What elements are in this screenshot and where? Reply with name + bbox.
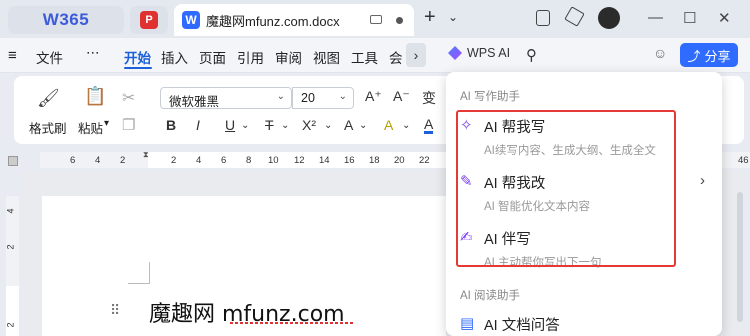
window-layout-icon[interactable] (536, 10, 550, 26)
share-label: 分享 (704, 48, 731, 64)
menu-more[interactable]: ⋯ (86, 45, 100, 61)
chevron-right-icon[interactable]: › (700, 172, 705, 189)
copy-icon[interactable]: ❐ (122, 116, 135, 134)
hamburger-menu-icon[interactable]: ≡ (8, 47, 17, 64)
menu-scroll-right-button[interactable]: › (406, 43, 426, 67)
ruler-number: 12 (294, 155, 305, 166)
pinyin-button[interactable]: 变 (422, 88, 436, 108)
paste-icon[interactable]: 📋 (84, 86, 106, 107)
font-size-select[interactable]: 20 ⌄ (292, 87, 354, 109)
wps-ai-button[interactable]: WPS AI (448, 46, 510, 60)
font-effects-button[interactable]: A (344, 117, 353, 133)
ai-reading-section-title: AI 阅读助手 (460, 290, 521, 302)
vertical-ruler-number: 2 (5, 322, 16, 328)
vertical-ruler-text-area (6, 286, 19, 336)
bold-button[interactable]: B (166, 117, 176, 133)
unsaved-dot-icon[interactable] (396, 17, 403, 24)
margin-corner-mark (128, 262, 150, 284)
ruler-number: 22 (419, 155, 430, 166)
tab-page[interactable]: 页面 (199, 47, 226, 67)
font-effects-chevron-icon[interactable]: ⌄ (359, 120, 367, 131)
chat-bubble-icon[interactable]: ☺ (653, 45, 667, 61)
wps-ai-label: WPS AI (467, 46, 511, 60)
ruler-number: 4 (196, 155, 202, 166)
user-avatar[interactable] (598, 7, 620, 29)
chevron-down-icon: ⌄ (338, 91, 347, 102)
ruler-number: 4 (95, 155, 101, 166)
ai-writing-section-title: AI 写作助手 (460, 91, 521, 103)
underline-button[interactable]: U (225, 117, 235, 133)
tab-review[interactable]: 审阅 (275, 47, 302, 67)
grow-font-button[interactable]: A⁺ (365, 88, 382, 105)
highlight-button[interactable]: A (384, 117, 393, 133)
scrollbar[interactable] (737, 192, 743, 322)
document-tab-title: 魔趣网mfunz.com.docx (206, 13, 340, 29)
font-family-value: 微软雅黑 (169, 95, 220, 109)
pdf-tab[interactable]: P (130, 6, 168, 34)
highlight-box (456, 110, 676, 267)
wps365-logo[interactable]: W365 (8, 6, 124, 34)
tab-stop-selector[interactable] (8, 156, 18, 166)
share-button[interactable]: ⤴ 分享 (680, 43, 738, 67)
ruler-number: 16 (344, 155, 355, 166)
ruler-number: 10 (268, 155, 279, 166)
maximize-icon[interactable]: ☐ (683, 9, 696, 27)
spellcheck-underline (230, 322, 354, 324)
tab-tools[interactable]: 工具 (351, 47, 378, 67)
tab-home[interactable]: 开始 (124, 47, 151, 67)
tab-member[interactable]: 会 (389, 47, 403, 67)
strikethrough-button[interactable]: T (265, 117, 274, 133)
menu-file[interactable]: 文件 (36, 47, 63, 67)
pdf-icon: P (140, 11, 158, 29)
cut-icon[interactable]: ✂ (122, 88, 135, 108)
italic-button[interactable]: I (196, 117, 200, 133)
paste-chevron-icon[interactable]: ▾ (104, 118, 109, 129)
vertical-ruler-number: 2 (5, 244, 16, 250)
indent-marker-icon[interactable]: ⧗ (143, 150, 149, 160)
shrink-font-button[interactable]: A⁻ (393, 88, 410, 105)
tab-insert[interactable]: 插入 (161, 47, 188, 67)
ruler-number: 8 (246, 155, 252, 166)
format-painter-label[interactable]: 格式刷 (29, 118, 67, 137)
ai-doc-qa-title: AI 文档问答 (484, 318, 560, 334)
word-icon: W (182, 11, 200, 29)
active-tab-indicator (124, 67, 152, 69)
ruler-number: 6 (70, 155, 76, 166)
font-family-select[interactable]: 微软雅黑 ⌄ (160, 87, 292, 109)
ruler-number: 6 (221, 155, 227, 166)
ruler-number: 20 (394, 155, 405, 166)
font-size-value: 20 (301, 91, 315, 105)
tab-list-chevron-icon[interactable]: ⌄ (448, 10, 458, 24)
minimize-icon[interactable]: — (648, 9, 663, 26)
paste-label[interactable]: 粘贴 (78, 118, 103, 137)
ruler-number: 2 (171, 155, 177, 166)
chevron-down-icon: ⌄ (276, 91, 285, 102)
document-tab[interactable]: W 魔趣网mfunz.com.docx (174, 4, 414, 36)
ruler-number: 14 (319, 155, 330, 166)
ruler-number: 46 (738, 155, 749, 166)
drag-handle-icon[interactable]: ⠿ (110, 302, 120, 319)
ruler-number: 18 (369, 155, 380, 166)
wps-ai-icon (448, 46, 462, 60)
vertical-ruler-number: 4 (5, 208, 16, 214)
close-icon[interactable]: ✕ (718, 9, 731, 27)
monitor-icon[interactable] (370, 15, 382, 24)
tab-view[interactable]: 视图 (313, 47, 340, 67)
search-icon[interactable]: ⚲ (526, 46, 537, 64)
share-icon: ⤴ (687, 48, 701, 64)
format-painter-icon[interactable]: 🖌 (37, 88, 60, 109)
superscript-chevron-icon[interactable]: ⌄ (324, 120, 332, 131)
underline-chevron-icon[interactable]: ⌄ (241, 120, 249, 131)
strike-chevron-icon[interactable]: ⌄ (281, 120, 289, 131)
highlight-chevron-icon[interactable]: ⌄ (402, 120, 410, 131)
tab-references[interactable]: 引用 (237, 47, 264, 67)
new-tab-plus-icon[interactable]: + (424, 6, 436, 29)
ruler-number: 2 (120, 155, 126, 166)
superscript-button[interactable]: X² (302, 117, 316, 133)
book-icon: ▤ (460, 315, 475, 332)
font-color-button[interactable]: A (424, 117, 434, 134)
